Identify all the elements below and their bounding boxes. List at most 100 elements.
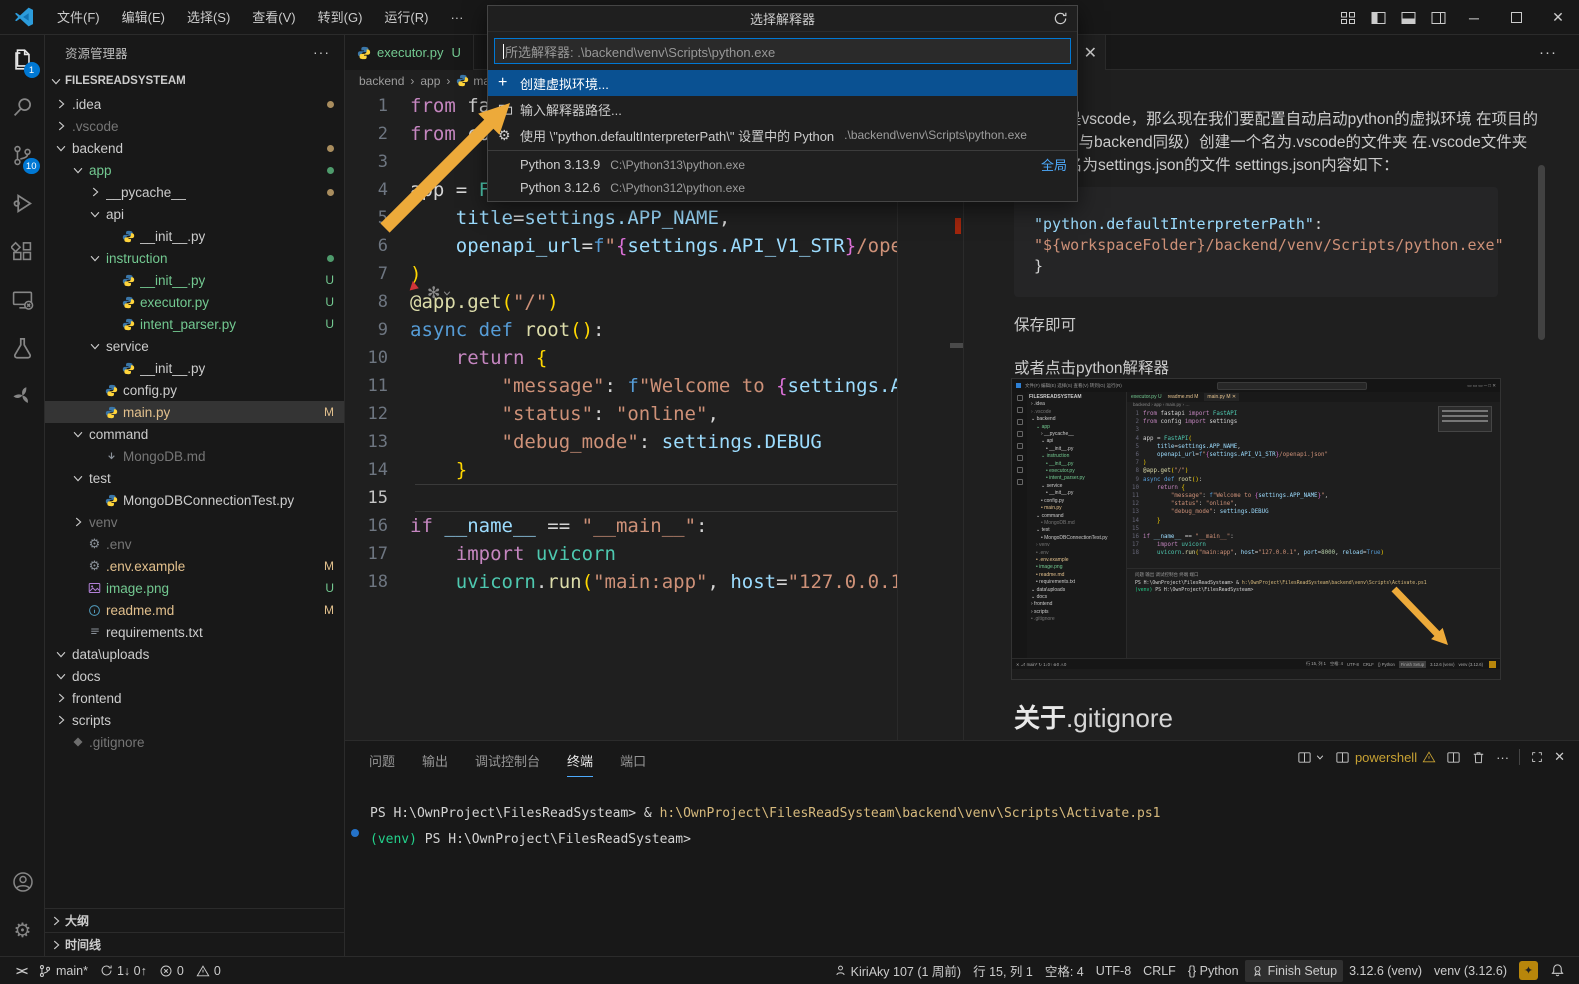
terminal-instance[interactable]: powershell [1335, 750, 1436, 765]
panel-tab-终端[interactable]: 终端 [567, 751, 593, 777]
code-line-14[interactable]: 14 } [345, 456, 897, 484]
menu-选择S[interactable]: 选择(S) [176, 10, 241, 25]
quickpick-item-3[interactable]: Python 3.13.9C:\Python313\python.exe全局 [488, 153, 1077, 176]
settings-gear-icon[interactable]: ⚙ [0, 906, 45, 954]
kill-terminal-icon[interactable] [1471, 750, 1486, 765]
panel-tab-端口[interactable]: 端口 [620, 751, 646, 777]
tree-item-MongoDB.md[interactable]: MongoDB.md [45, 445, 344, 467]
code-line-6[interactable]: 6 openapi_url=f"{settings.API_V1_STR}/op… [345, 232, 897, 260]
maximize-panel-icon[interactable] [1530, 750, 1544, 764]
statusbar--Python[interactable]: {} Python [1182, 960, 1245, 982]
toggle-secondary-sidebar-icon[interactable] [1423, 0, 1453, 35]
statusbar-行-15-列-1[interactable]: 行 15, 列 1 [967, 960, 1039, 982]
activitybar-testing[interactable] [0, 323, 45, 371]
tree-item-scripts[interactable]: scripts [45, 709, 344, 731]
tree-item-test[interactable]: test [45, 467, 344, 489]
tree-item-frontend[interactable]: frontend [45, 687, 344, 709]
statusbar-0[interactable]: 0 [190, 960, 227, 982]
quickpick-input[interactable]: 所选解释器: .\backend\venv\Scripts\python.exe [494, 38, 1071, 64]
activitybar-extensions[interactable] [0, 227, 45, 275]
activitybar-source-control[interactable]: 10 [0, 131, 45, 179]
toggle-panel-icon[interactable] [1393, 0, 1423, 35]
timeline-section[interactable]: 时间线 [45, 932, 344, 956]
code-line-5[interactable]: 5 title=settings.APP_NAME, [345, 204, 897, 232]
minimize-button[interactable]: ─ [1453, 0, 1495, 35]
customize-layout-icon[interactable] [1333, 0, 1363, 35]
code-line-15[interactable]: 15 [345, 484, 897, 512]
terminal-output[interactable]: PS H:\OwnProject\FilesReadSysteam> & h:\… [370, 801, 1161, 853]
quickpick-item-0[interactable]: +创建虚拟环境... [488, 70, 1077, 96]
preview-scrollbar[interactable] [1538, 165, 1545, 340]
tree-item-api[interactable]: api [45, 203, 344, 225]
tree-item-__init__.py[interactable]: __init__.pyU [45, 269, 344, 291]
close-tab-icon[interactable]: ✕ [1084, 43, 1097, 63]
tree-item-.env.example[interactable]: ⚙.env.exampleM [45, 555, 344, 577]
menu-文件F[interactable]: 文件(F) [46, 10, 111, 25]
panel-more-actions-icon[interactable]: ··· [1496, 750, 1509, 765]
toggle-sidebar-icon[interactable] [1363, 0, 1393, 35]
statusbar-空格-4[interactable]: 空格: 4 [1039, 960, 1090, 982]
tree-item-docs[interactable]: docs [45, 665, 344, 687]
menu-···[interactable]: ··· [439, 10, 474, 25]
code-line-11[interactable]: 11 "message": f"Welcome to {settings.APP… [345, 372, 897, 400]
close-panel-icon[interactable]: ✕ [1554, 749, 1565, 765]
tree-item-.env[interactable]: ⚙.env [45, 533, 344, 555]
tree-item-readme.md[interactable]: readme.mdM [45, 599, 344, 621]
close-window-button[interactable]: ✕ [1537, 0, 1579, 35]
statusbar-main-[interactable]: main* [32, 960, 94, 982]
tree-item-.gitignore[interactable]: .gitignore [45, 731, 344, 753]
tree-item-command[interactable]: command [45, 423, 344, 445]
menu-转到G[interactable]: 转到(G) [307, 10, 374, 25]
explorer-root-folder[interactable]: FILESREADSYSTEAM [45, 69, 344, 93]
activitybar-pinwheel-extension[interactable] [0, 371, 45, 419]
statusbar-KiriAky-107-1-周前-[interactable]: KiriAky 107 (1 周前) [828, 960, 967, 982]
statusbar-bell[interactable] [1544, 960, 1571, 982]
code-line-16[interactable]: 16if __name__ == "__main__": [345, 512, 897, 540]
tree-item-intent_parser.py[interactable]: intent_parser.pyU [45, 313, 344, 335]
tree-item-__init__.py[interactable]: __init__.py [45, 357, 344, 379]
menu-编辑E[interactable]: 编辑(E) [111, 10, 176, 25]
statusbar-remote[interactable]: >< [10, 960, 32, 982]
statusbar-0[interactable]: 0 [153, 960, 190, 982]
activitybar-run-debug[interactable] [0, 179, 45, 227]
tree-item-service[interactable]: service [45, 335, 344, 357]
tree-item-MongoDBConnectionTest.py[interactable]: MongoDBConnectionTest.py [45, 489, 344, 511]
tree-item-requirements.txt[interactable]: requirements.txt [45, 621, 344, 643]
split-terminal-icon[interactable] [1446, 750, 1461, 765]
tree-item-.vscode[interactable]: .vscode [45, 115, 344, 137]
quickpick-item-1[interactable]: 输入解释器路径... [488, 96, 1077, 122]
statusbar-CRLF[interactable]: CRLF [1137, 960, 1182, 982]
breadcrumb-app[interactable]: app [420, 74, 440, 88]
activitybar-explorer[interactable]: 1 [0, 35, 45, 83]
statusbar-1-0-[interactable]: 1↓ 0↑ [94, 960, 153, 982]
statusbar-gold[interactable]: ✦ [1513, 960, 1544, 982]
maximize-button[interactable] [1495, 0, 1537, 35]
tree-item-venv[interactable]: venv [45, 511, 344, 533]
statusbar-Finish-Setup[interactable]: Finish Setup [1245, 960, 1343, 982]
menu-运行R[interactable]: 运行(R) [373, 10, 439, 25]
quickpick-item-4[interactable]: Python 3.12.6C:\Python312\python.exe [488, 176, 1077, 199]
menu-查看V[interactable]: 查看(V) [241, 10, 306, 25]
code-line-17[interactable]: 17 import uvicorn [345, 540, 897, 568]
tab-executor-py[interactable]: executor.py U [345, 35, 474, 70]
tree-item-executor.py[interactable]: executor.pyU [45, 291, 344, 313]
refresh-icon[interactable] [1053, 11, 1068, 26]
tree-item-backend[interactable]: backend [45, 137, 344, 159]
tree-item-__pycache__[interactable]: __pycache__ [45, 181, 344, 203]
tree-item-.idea[interactable]: .idea [45, 93, 344, 115]
explorer-more-actions-icon[interactable]: ··· [313, 44, 330, 60]
panel-tab-输出[interactable]: 输出 [422, 751, 448, 777]
tree-item-__init__.py[interactable]: __init__.py [45, 225, 344, 247]
code-line-12[interactable]: 12 "status": "online", [345, 400, 897, 428]
statusbar-UTF-8[interactable]: UTF-8 [1090, 960, 1137, 982]
statusbar-3-12-6-venv-[interactable]: 3.12.6 (venv) [1343, 960, 1428, 982]
inline-extension-widget[interactable]: ✻ [427, 283, 452, 303]
code-line-10[interactable]: 10 return { [345, 344, 897, 372]
activitybar-remote-explorer[interactable] [0, 275, 45, 323]
panel-tab-调试控制台[interactable]: 调试控制台 [475, 751, 540, 777]
tree-item-image.png[interactable]: image.pngU [45, 577, 344, 599]
account-icon[interactable] [0, 858, 45, 906]
activitybar-search[interactable] [0, 83, 45, 131]
tree-item-datauploads[interactable]: data\uploads [45, 643, 344, 665]
terminal-profile-dropdown[interactable] [1297, 750, 1325, 765]
